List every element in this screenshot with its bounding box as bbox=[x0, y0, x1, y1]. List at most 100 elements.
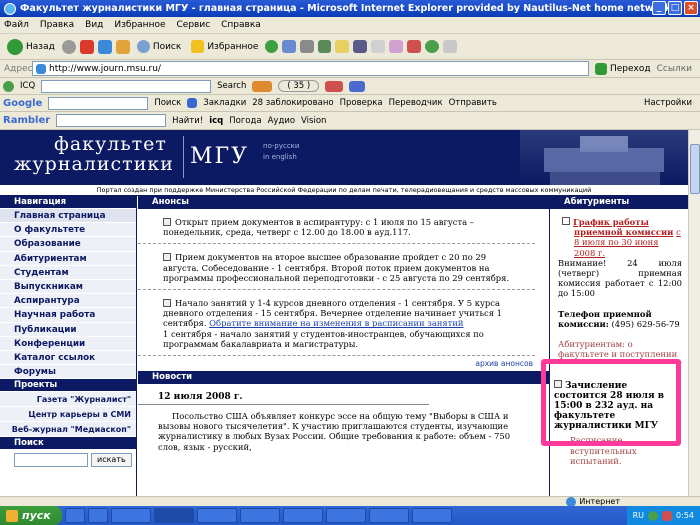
google-check[interactable]: Проверка bbox=[340, 98, 383, 108]
language-indicator[interactable]: RU bbox=[633, 511, 644, 520]
portal-note: Портал создан при поддержке Министерства… bbox=[0, 185, 688, 196]
taskbar-window[interactable] bbox=[240, 508, 280, 523]
site-search-button[interactable]: искать bbox=[91, 453, 132, 468]
media-icon[interactable] bbox=[265, 40, 279, 53]
taskbar-window[interactable] bbox=[369, 508, 409, 523]
toolbar-extra-icon[interactable] bbox=[443, 40, 458, 53]
tray-icq-icon[interactable] bbox=[648, 510, 659, 521]
menu-edit[interactable]: Правка bbox=[40, 20, 74, 30]
taskbar-window[interactable] bbox=[412, 508, 452, 523]
stop-icon[interactable] bbox=[79, 39, 94, 54]
notes-icon[interactable] bbox=[335, 40, 350, 53]
page-icon[interactable] bbox=[371, 40, 386, 53]
print-icon[interactable] bbox=[300, 40, 315, 53]
icq-status-icon[interactable] bbox=[252, 80, 273, 92]
maximize-button[interactable]: □ bbox=[668, 1, 682, 15]
enrollment-notice: Зачисление состоится 28 июля в 15:00 в 2… bbox=[554, 380, 664, 431]
edit-icon[interactable] bbox=[318, 40, 332, 53]
taskbar-quicklaunch[interactable] bbox=[88, 508, 108, 523]
links-label[interactable]: Ссылки bbox=[657, 64, 692, 74]
taskbar-window[interactable] bbox=[197, 508, 237, 523]
phone-number: (495) 629-56-79 bbox=[611, 318, 680, 329]
start-button[interactable]: пуск bbox=[0, 506, 62, 525]
rambler-vision[interactable]: Vision bbox=[301, 116, 326, 126]
google-logo: Google bbox=[3, 97, 43, 109]
main-column: Анонсы Открыт прием документов в аспиран… bbox=[138, 196, 549, 496]
close-button[interactable]: × bbox=[684, 1, 698, 15]
address-input[interactable]: http://www.journ.msu.ru/ bbox=[32, 61, 589, 76]
google-search-button[interactable]: Поиск bbox=[154, 98, 181, 108]
refresh-icon[interactable] bbox=[97, 39, 112, 54]
minimize-button[interactable]: _ bbox=[652, 1, 666, 15]
search-button[interactable]: Поиск bbox=[134, 40, 185, 53]
project-career-center[interactable]: Центр карьеры в СМИ bbox=[0, 407, 136, 423]
icq-search-input[interactable] bbox=[41, 79, 212, 93]
nav-header: Навигация bbox=[0, 196, 136, 209]
project-mediascope[interactable]: Веб-журнал "Медиаскоп" bbox=[0, 422, 136, 438]
google-search-input[interactable] bbox=[48, 96, 149, 110]
icq-heart-icon[interactable] bbox=[325, 80, 344, 92]
icq-count[interactable]: ( 35 ) bbox=[278, 80, 320, 92]
google-settings[interactable]: Настройки bbox=[644, 98, 692, 108]
nav-item-home[interactable]: Главная страница bbox=[0, 209, 136, 224]
project-zhurnalist[interactable]: Газета "Журналист" bbox=[0, 392, 136, 408]
rambler-audio[interactable]: Аудио bbox=[268, 116, 295, 126]
rambler-icq[interactable]: icq bbox=[209, 116, 223, 126]
home-icon[interactable] bbox=[115, 39, 130, 54]
nav-item-publications[interactable]: Публикации bbox=[0, 322, 136, 337]
google-send[interactable]: Отправить bbox=[449, 98, 497, 108]
announcements-archive-link[interactable]: архив анонсов bbox=[138, 356, 549, 371]
taskbar-window-active[interactable] bbox=[154, 508, 194, 523]
menu-favorites[interactable]: Избранное bbox=[114, 20, 165, 30]
taskbar-window[interactable] bbox=[326, 508, 366, 523]
forward-arrow-icon[interactable] bbox=[61, 39, 76, 54]
menu-tools[interactable]: Сервис bbox=[177, 20, 211, 30]
document-icon bbox=[163, 299, 171, 308]
mail-icon[interactable] bbox=[282, 40, 297, 53]
addon-icon[interactable] bbox=[407, 40, 422, 53]
google-bookmarks[interactable]: Закладки bbox=[203, 98, 246, 108]
nav-item-forums[interactable]: Форумы bbox=[0, 365, 136, 380]
nav-item-conferences[interactable]: Конференции bbox=[0, 336, 136, 351]
menu-bar: Файл Правка Вид Избранное Сервис Справка bbox=[0, 17, 700, 34]
announcements-header: Анонсы bbox=[138, 196, 549, 209]
nav-item-students[interactable]: Студентам bbox=[0, 265, 136, 280]
menu-view[interactable]: Вид bbox=[85, 20, 103, 30]
go-button[interactable]: Переход bbox=[594, 62, 651, 75]
menu-file[interactable]: Файл bbox=[4, 20, 29, 30]
icq-mail-icon[interactable] bbox=[349, 80, 366, 92]
icq-icon bbox=[3, 80, 14, 92]
rambler-find-button[interactable]: Найти! bbox=[172, 116, 203, 126]
lang-ru-link[interactable]: по-русски bbox=[263, 141, 299, 152]
nav-item-postgraduate[interactable]: Аспирантура bbox=[0, 294, 136, 309]
menu-help[interactable]: Справка bbox=[221, 20, 261, 30]
back-button[interactable]: Назад bbox=[4, 38, 58, 55]
nav-item-links-catalog[interactable]: Каталог ссылок bbox=[0, 350, 136, 366]
nav-item-research[interactable]: Научная работа bbox=[0, 308, 136, 323]
lang-en-link[interactable]: in english bbox=[263, 152, 299, 163]
icq-search-button[interactable]: Search bbox=[217, 81, 246, 91]
admission-schedule-link[interactable]: График работы приемной комиссии bbox=[573, 217, 673, 237]
site-search-input[interactable] bbox=[14, 453, 88, 468]
taskbar-window[interactable] bbox=[283, 508, 323, 523]
google-translate[interactable]: Переводчик bbox=[389, 98, 443, 108]
standard-toolbar: Назад Поиск Избранное bbox=[0, 34, 700, 60]
icq-flower-icon[interactable] bbox=[425, 40, 440, 53]
messenger-icon[interactable] bbox=[389, 40, 404, 53]
taskbar-quicklaunch[interactable] bbox=[65, 508, 85, 523]
google-popup-blocked[interactable]: 28 заблокировано bbox=[252, 98, 333, 108]
nav-item-graduates[interactable]: Выпускникам bbox=[0, 279, 136, 295]
nav-item-applicants[interactable]: Абитуриентам bbox=[0, 251, 136, 266]
page-scrollbar[interactable] bbox=[688, 130, 700, 496]
nav-item-about[interactable]: О факультете bbox=[0, 223, 136, 238]
nav-item-education[interactable]: Образование bbox=[0, 237, 136, 252]
site-logo[interactable]: факультет журналистики bbox=[14, 134, 174, 174]
k-icon[interactable] bbox=[353, 40, 368, 53]
tray-app-icon[interactable] bbox=[662, 510, 673, 521]
rambler-search-input[interactable] bbox=[56, 114, 167, 127]
schedule-changes-link[interactable]: Обратите внимание на изменения в расписа… bbox=[209, 318, 463, 328]
rambler-weather[interactable]: Погода bbox=[229, 116, 261, 126]
scrollbar-thumb[interactable] bbox=[690, 144, 700, 194]
favorites-button[interactable]: Избранное bbox=[188, 40, 261, 53]
taskbar-window[interactable] bbox=[111, 508, 151, 523]
